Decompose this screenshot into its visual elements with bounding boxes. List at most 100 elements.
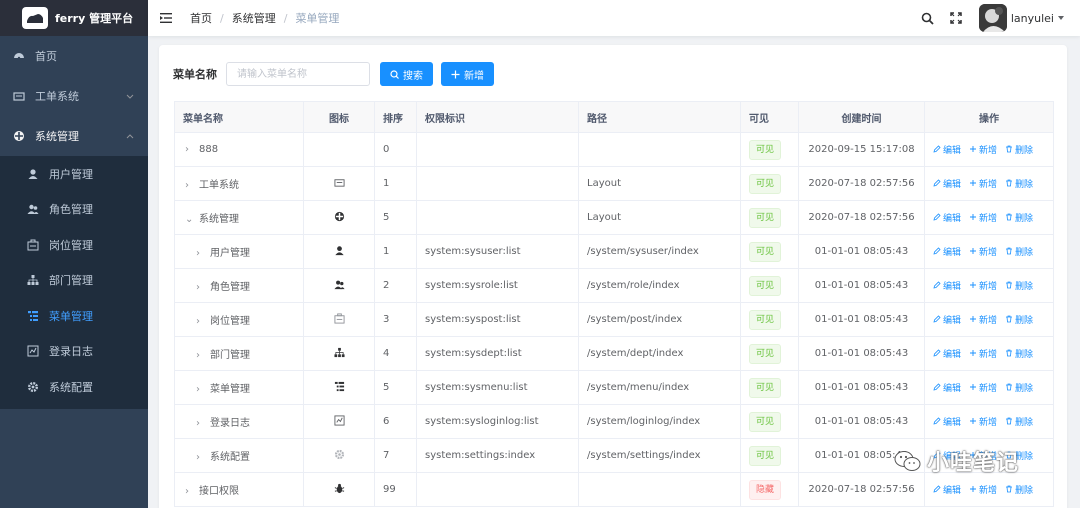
- edit-button[interactable]: 编辑: [933, 313, 961, 326]
- cell-actions: 编辑 新增 删除: [924, 336, 1054, 371]
- status-badge: 可见: [749, 445, 782, 466]
- expand-arrow-icon[interactable]: ⌄: [185, 214, 195, 225]
- add-child-button[interactable]: 新增: [969, 177, 997, 190]
- sidebar-item-system-settings[interactable]: 系统配置: [0, 369, 148, 405]
- add-child-button[interactable]: 新增: [969, 381, 997, 394]
- cell-path: /system/settings/index: [578, 438, 741, 473]
- edit-button[interactable]: 编辑: [933, 177, 961, 190]
- expand-arrow-icon[interactable]: ›: [196, 418, 206, 429]
- expand-arrow-icon[interactable]: ›: [196, 350, 206, 361]
- cell-path: Layout: [578, 200, 741, 235]
- fullscreen-icon[interactable]: [949, 11, 963, 25]
- hamburger-icon[interactable]: [160, 11, 174, 25]
- delete-button[interactable]: 删除: [1005, 483, 1033, 496]
- sidebar-item-login-log[interactable]: 登录日志: [0, 334, 148, 370]
- expand-arrow-icon[interactable]: ›: [196, 248, 206, 259]
- sidebar-item-menu-management[interactable]: 菜单管理: [0, 298, 148, 334]
- add-button[interactable]: 新增: [441, 62, 494, 86]
- sidebar-item-dept-management[interactable]: 部门管理: [0, 263, 148, 299]
- delete-button[interactable]: 删除: [1005, 381, 1033, 394]
- edit-button[interactable]: 编辑: [933, 279, 961, 292]
- add-child-button[interactable]: 新增: [969, 211, 997, 224]
- delete-button[interactable]: 删除: [1005, 143, 1033, 156]
- sidebar-item-user-management[interactable]: 用户管理: [0, 156, 148, 192]
- gear-icon: [333, 448, 345, 460]
- status-badge: 隐藏: [749, 479, 782, 500]
- cell-path: /system/menu/index: [578, 370, 741, 405]
- user-icon: [27, 168, 39, 180]
- breadcrumb-system[interactable]: 系统管理: [232, 10, 276, 26]
- cell-name: › 系统配置: [174, 438, 304, 473]
- cell-created: 01-01-01 08:05:43: [798, 268, 925, 303]
- sidebar-item-label: 岗位管理: [49, 238, 93, 252]
- chevron-up-icon: [126, 131, 134, 139]
- sidebar-item-label: 系统管理: [35, 130, 79, 143]
- system-icon: [13, 130, 25, 142]
- expand-arrow-icon[interactable]: ›: [185, 180, 195, 191]
- delete-button[interactable]: 删除: [1005, 177, 1033, 190]
- sidebar-item-role-management[interactable]: 角色管理: [0, 192, 148, 228]
- edit-button[interactable]: 编辑: [933, 245, 961, 258]
- app-title: ferry 管理平台: [55, 12, 134, 25]
- edit-button[interactable]: 编辑: [933, 483, 961, 496]
- status-badge: 可见: [749, 207, 782, 228]
- add-button-label: 新增: [464, 70, 484, 82]
- delete-button[interactable]: 删除: [1005, 313, 1033, 326]
- add-child-button[interactable]: 新增: [969, 245, 997, 258]
- caret-down-icon[interactable]: [1058, 16, 1064, 20]
- edit-button[interactable]: 编辑: [933, 143, 961, 156]
- cell-actions: 编辑 新增 删除: [924, 404, 1054, 439]
- expand-arrow-icon[interactable]: ›: [185, 486, 195, 497]
- expand-arrow-icon[interactable]: ›: [196, 316, 206, 327]
- add-child-button[interactable]: 新增: [969, 313, 997, 326]
- username[interactable]: lanyulei: [1011, 12, 1054, 25]
- menu-name-input[interactable]: [226, 62, 370, 86]
- edit-button[interactable]: 编辑: [933, 211, 961, 224]
- delete-button[interactable]: 删除: [1005, 415, 1033, 428]
- search-button[interactable]: 搜索: [380, 62, 433, 86]
- cell-sort: 5: [374, 200, 417, 235]
- search-button-label: 搜索: [403, 70, 423, 82]
- plus-icon: [969, 179, 977, 187]
- sidebar-item-ticket-system[interactable]: 工单系统: [0, 76, 148, 116]
- cell-icon: [303, 370, 375, 405]
- table-row: ⌄ 系统管理 5 Layout 可见 2020-07-18 02:57:56 编辑…: [174, 200, 1054, 235]
- avatar[interactable]: [978, 4, 1007, 32]
- cell-icon: [303, 268, 375, 303]
- navbar-right: lanyulei: [921, 0, 1080, 36]
- search-icon[interactable]: [921, 11, 935, 25]
- add-child-button[interactable]: 新增: [969, 143, 997, 156]
- add-label: 新增: [979, 179, 998, 190]
- delete-button[interactable]: 删除: [1005, 245, 1033, 258]
- table-row: › 登录日志 6 system:sysloginlog:list /system/…: [174, 404, 1054, 439]
- sidebar-item-home[interactable]: 首页: [0, 36, 148, 76]
- add-child-button[interactable]: 新增: [969, 483, 997, 496]
- status-badge: 可见: [749, 343, 782, 364]
- plus-icon: [969, 417, 977, 425]
- add-child-button[interactable]: 新增: [969, 347, 997, 360]
- edit-label: 编辑: [943, 349, 962, 360]
- sidebar-item-post-management[interactable]: 岗位管理: [0, 227, 148, 263]
- menu-name: 登录日志: [210, 418, 250, 429]
- breadcrumb-home[interactable]: 首页: [190, 10, 212, 26]
- logo[interactable]: ferry 管理平台: [0, 0, 148, 36]
- expand-arrow-icon[interactable]: ›: [196, 384, 206, 395]
- chevron-down-icon: [126, 91, 134, 99]
- add-child-button[interactable]: 新增: [969, 279, 997, 292]
- edit-button[interactable]: 编辑: [933, 381, 961, 394]
- trash-icon: [1005, 145, 1013, 153]
- edit-button[interactable]: 编辑: [933, 415, 961, 428]
- expand-arrow-icon[interactable]: ›: [196, 282, 206, 293]
- sidebar-item-system-management[interactable]: 系统管理: [0, 116, 148, 156]
- expand-arrow-icon[interactable]: ›: [185, 144, 195, 155]
- delete-button[interactable]: 删除: [1005, 211, 1033, 224]
- expand-arrow-icon[interactable]: ›: [196, 452, 206, 463]
- delete-button[interactable]: 删除: [1005, 347, 1033, 360]
- plus-icon: [969, 145, 977, 153]
- cell-visible: 可见: [740, 166, 799, 201]
- column-header-created: 创建时间: [798, 101, 925, 133]
- delete-label: 删除: [1015, 247, 1034, 258]
- add-child-button[interactable]: 新增: [969, 415, 997, 428]
- delete-button[interactable]: 删除: [1005, 279, 1033, 292]
- edit-button[interactable]: 编辑: [933, 347, 961, 360]
